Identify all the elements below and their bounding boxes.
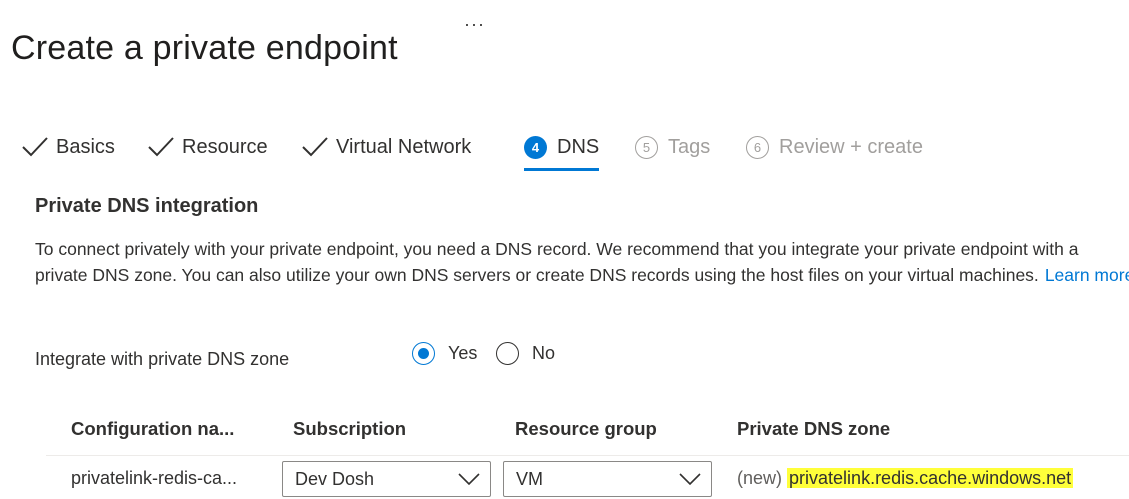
radio-yes[interactable]: Yes xyxy=(412,342,477,365)
tab-label: Virtual Network xyxy=(336,135,472,158)
tab-review-create[interactable]: 6 Review + create xyxy=(746,132,923,162)
radio-label: Yes xyxy=(448,343,478,363)
tab-label: Review + create xyxy=(779,135,923,158)
tab-label: DNS xyxy=(557,135,600,158)
tab-label: Tags xyxy=(668,135,711,158)
description-text: To connect privately with your private e… xyxy=(35,239,1079,285)
step-number-badge: 6 xyxy=(746,135,769,159)
step-number-badge: 4 xyxy=(524,135,547,159)
subscription-dropdown[interactable]: Dev Dosh xyxy=(282,461,491,497)
chevron-down-icon xyxy=(458,473,480,485)
tab-resource[interactable]: Resource xyxy=(148,132,268,162)
table-header-divider xyxy=(46,455,1129,456)
checkmark-icon xyxy=(148,137,174,157)
resource-group-value: VM xyxy=(516,468,543,489)
learn-more-link[interactable]: Learn more xyxy=(1045,265,1129,285)
private-dns-zone-cell: (new) privatelink.redis.cache.windows.ne… xyxy=(737,468,1074,489)
subscription-value: Dev Dosh xyxy=(295,468,375,489)
radio-checked-icon xyxy=(412,342,435,365)
column-header-private-dns-zone[interactable]: Private DNS zone xyxy=(737,418,890,440)
chevron-down-icon xyxy=(679,473,701,485)
column-header-subscription[interactable]: Subscription xyxy=(293,418,406,440)
tab-tags[interactable]: 5 Tags xyxy=(635,132,710,162)
resource-group-dropdown[interactable]: VM xyxy=(503,461,712,497)
tab-label: Resource xyxy=(182,135,268,158)
integrate-dns-label: Integrate with private DNS zone xyxy=(35,349,290,369)
column-header-resource-group[interactable]: Resource group xyxy=(515,418,657,440)
radio-no[interactable]: No xyxy=(496,342,555,365)
radio-label: No xyxy=(532,343,556,363)
section-title: Private DNS integration xyxy=(35,195,259,217)
config-name-cell: privatelink-redis-ca... xyxy=(71,468,238,488)
checkmark-icon xyxy=(302,137,328,157)
tab-dns[interactable]: 4 DNS xyxy=(524,132,599,162)
more-options-button[interactable]: ··· xyxy=(464,14,485,35)
active-tab-indicator xyxy=(524,168,599,171)
tab-basics[interactable]: Basics xyxy=(22,132,115,162)
tab-label: Basics xyxy=(56,135,115,158)
tab-virtual-network[interactable]: Virtual Network xyxy=(302,132,471,162)
step-number-badge: 5 xyxy=(635,135,658,159)
radio-unchecked-icon xyxy=(496,342,519,365)
new-zone-prefix: (new) xyxy=(737,468,783,488)
section-description: To connect privately with your private e… xyxy=(35,236,1129,288)
page-title: Create a private endpoint xyxy=(11,28,398,67)
checkmark-icon xyxy=(22,137,48,157)
column-header-configuration-name[interactable]: Configuration na... xyxy=(71,418,234,440)
private-dns-zone-name: privatelink.redis.cache.windows.net xyxy=(787,468,1074,488)
